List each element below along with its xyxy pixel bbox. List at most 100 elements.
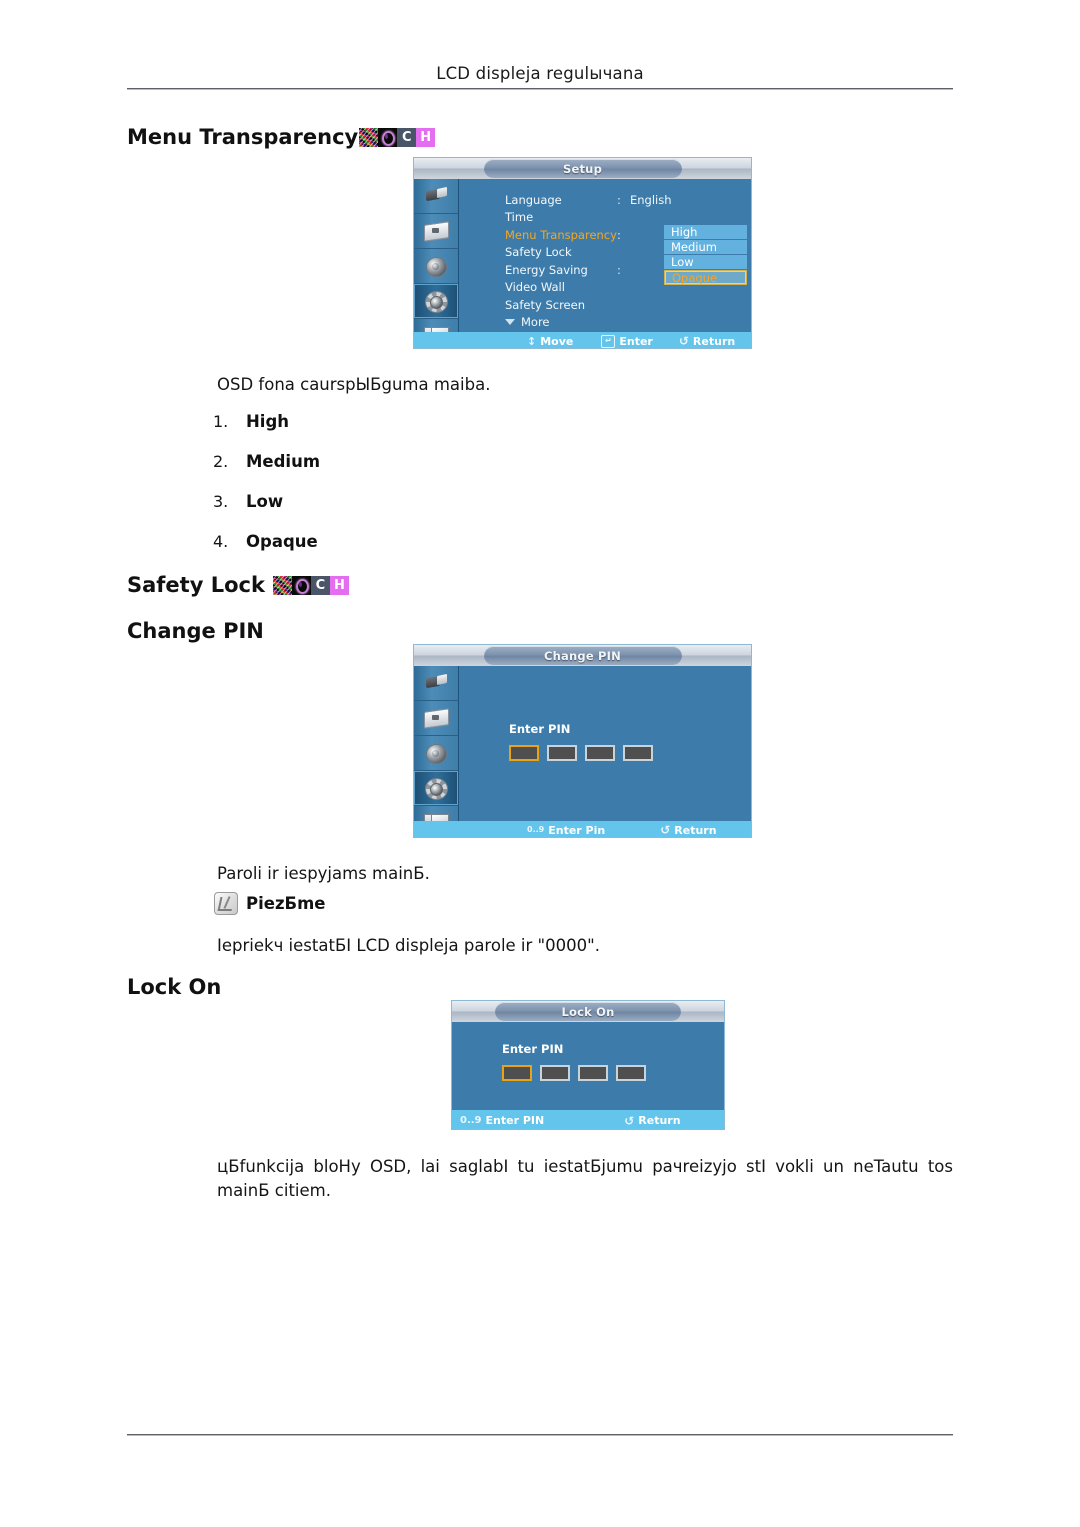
menu-row[interactable]: Safety Screen — [505, 296, 672, 314]
menu-label: Energy Saving — [505, 262, 588, 277]
osd-footer: 0..9 Enter PIN ↺ Return — [452, 1110, 724, 1129]
menu-row-selected[interactable]: Menu Transparency : — [505, 226, 672, 244]
footer-enter-label: Enter — [619, 334, 653, 348]
footer-return-label: Return — [692, 334, 736, 348]
c-badge-icon: C — [310, 575, 330, 595]
osd-title-text: Lock On — [561, 1004, 615, 1019]
numeric-keys-icon: 0..9 — [460, 1115, 482, 1126]
osd-titlebar: Change PIN — [414, 645, 751, 666]
pin-digit-2[interactable] — [547, 745, 577, 761]
osd-body: Enter PIN — [452, 1022, 724, 1110]
footer-enter-pin: 0..9 Enter Pin — [527, 824, 605, 837]
rail-item-sound[interactable] — [414, 249, 458, 284]
osd-footer: ↕ Move ↵ Enter ↺ Return — [414, 332, 751, 348]
note-block: PiezБme — [214, 892, 326, 915]
menu-colon: : — [617, 192, 621, 207]
c-badge-icon: C — [397, 127, 417, 147]
gear-icon — [422, 289, 450, 313]
pin-digit-2[interactable] — [540, 1065, 570, 1081]
list-item-label: Opaque — [246, 532, 318, 551]
pin-digit-1[interactable] — [502, 1065, 532, 1081]
heading-text: Menu Transparency — [127, 125, 359, 149]
input-icon — [422, 671, 450, 695]
updown-arrow-icon: ↕ — [527, 334, 537, 348]
section-heading-safety-lock: Safety Lock C H — [127, 573, 349, 597]
pin-digit-boxes[interactable] — [509, 745, 653, 761]
menu-transparency-options-list: 1. High 2. Medium 3. Low 4. Opaque — [213, 412, 320, 572]
rail-item-picture[interactable] — [414, 214, 458, 249]
osd-content: Enter PIN — [459, 666, 751, 821]
list-item-number: 4. — [213, 532, 229, 551]
o-badge-icon — [291, 575, 311, 595]
osd-screenshot-lock-on: Lock On Enter PIN 0..9 Enter PIN ↺ Retur… — [451, 1000, 725, 1130]
footer-return-label: Return — [674, 823, 717, 837]
menu-label: Safety Lock — [505, 245, 572, 260]
noise-badge-icon — [359, 127, 379, 147]
menu-row-more[interactable]: More — [505, 314, 672, 332]
sound-icon — [422, 254, 450, 278]
menu-row[interactable]: Safety Lock — [505, 244, 672, 262]
rail-item-input[interactable] — [414, 666, 458, 701]
footer-enter: ↵ Enter — [601, 334, 653, 348]
footer-move: ↕ Move — [527, 335, 573, 348]
pin-entry-label: Enter PIN — [502, 1042, 564, 1056]
picture-icon — [422, 706, 450, 730]
footer-return-label: Return — [638, 1114, 681, 1127]
noise-badge-icon — [272, 575, 292, 595]
rail-item-input[interactable] — [414, 179, 458, 214]
heading-text: Lock On — [127, 975, 222, 999]
menu-label: Safety Screen — [505, 297, 585, 312]
menu-row[interactable]: Energy Saving : — [505, 261, 672, 279]
osd-icon-rail — [414, 666, 459, 833]
rail-item-sound[interactable] — [414, 736, 458, 771]
transparency-dropdown[interactable]: High Medium Low Opaque — [664, 225, 747, 285]
osd-content: Language : English Time Menu Transparenc… — [459, 179, 751, 332]
list-item: 2. Medium — [213, 452, 320, 492]
h-badge-icon: H — [329, 575, 349, 595]
model-badges: C H — [359, 127, 436, 147]
return-arrow-icon: ↺ — [678, 334, 689, 348]
footer-enter-pin: 0..9 Enter PIN — [460, 1114, 544, 1127]
dropdown-option-opaque-selected[interactable]: Opaque — [664, 270, 747, 285]
osd-screenshot-change-pin: Change PIN Enter PIN 0..9 Enter Pin ↺ Re… — [413, 644, 752, 838]
osd-footer: 0..9 Enter Pin ↺ Return — [414, 821, 751, 837]
pin-digit-3[interactable] — [585, 745, 615, 761]
menu-row[interactable]: Language : English — [505, 191, 672, 209]
rail-item-setup[interactable] — [414, 771, 458, 806]
rail-item-setup[interactable] — [414, 284, 458, 319]
osd-title-text: Setup — [563, 161, 602, 176]
list-item: 4. Opaque — [213, 532, 320, 572]
pin-digit-1[interactable] — [509, 745, 539, 761]
change-pin-note-text: Iepriekч iestatБI LCD displeja parole ir… — [217, 936, 600, 955]
pin-digit-3[interactable] — [578, 1065, 608, 1081]
menu-row[interactable]: Video Wall — [505, 279, 672, 297]
dropdown-option-high[interactable]: High — [664, 225, 747, 240]
h-badge-icon: H — [416, 127, 436, 147]
model-badges: C H — [272, 575, 349, 595]
menu-row[interactable]: Time — [505, 209, 672, 227]
running-header-title: LCD displeja regulычana — [436, 64, 644, 83]
list-item: 1. High — [213, 412, 320, 452]
footer-return: ↺ Return — [624, 1114, 680, 1128]
osd-body: Enter PIN — [414, 666, 751, 833]
picture-icon — [422, 219, 450, 243]
list-item-label: Medium — [246, 452, 321, 471]
footer-enter-pin-label: Enter Pin — [548, 823, 606, 837]
menu-label: Time — [505, 210, 534, 225]
dropdown-option-medium[interactable]: Medium — [664, 240, 747, 255]
menu-label: Language — [505, 192, 562, 207]
dropdown-option-low[interactable]: Low — [664, 255, 747, 270]
section-heading-lock-on: Lock On — [127, 975, 221, 999]
input-icon — [422, 184, 450, 208]
lock-on-description: цБfunkcija bloHy OSD, lai saglabI tu ies… — [217, 1157, 953, 1200]
menu-colon: : — [617, 262, 621, 277]
section-heading-menu-transparency: Menu Transparency C H — [127, 125, 436, 149]
rail-item-picture[interactable] — [414, 701, 458, 736]
return-arrow-icon: ↺ — [660, 823, 671, 837]
document-page: LCD displeja regulычana Menu Transparenc… — [0, 0, 1080, 1527]
pin-digit-boxes[interactable] — [502, 1065, 646, 1081]
pin-digit-4[interactable] — [616, 1065, 646, 1081]
pin-digit-4[interactable] — [623, 745, 653, 761]
list-item-label: High — [246, 412, 290, 431]
list-item: 3. Low — [213, 492, 320, 532]
